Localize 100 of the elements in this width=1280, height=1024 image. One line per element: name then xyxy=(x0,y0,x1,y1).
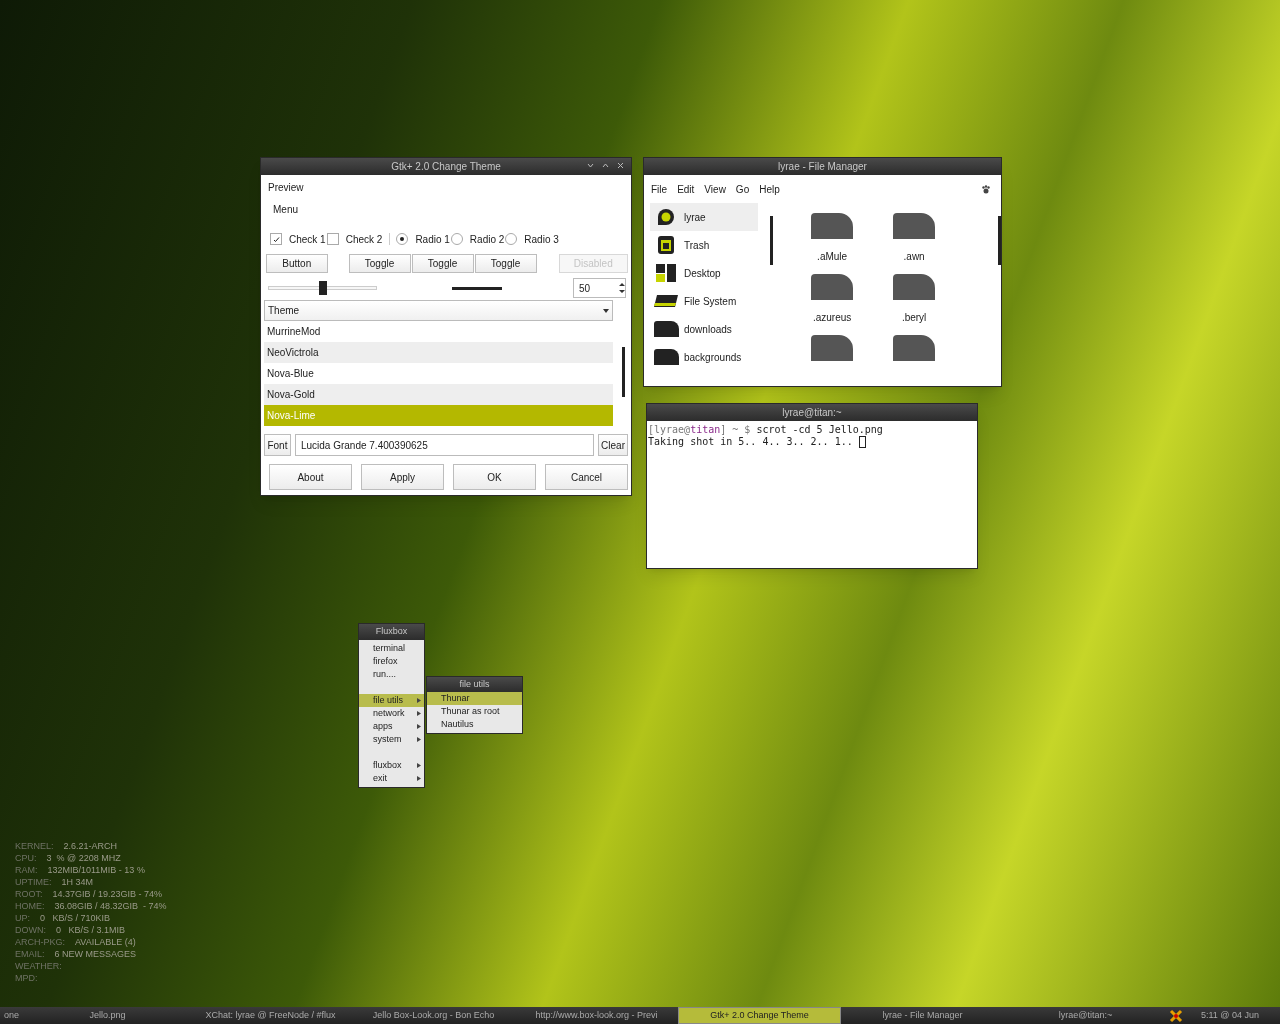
dialog-button[interactable]: About xyxy=(269,464,352,490)
maximize-icon[interactable] xyxy=(601,161,610,170)
task-button[interactable]: http://www.box-look.org - Previ xyxy=(515,1007,678,1024)
menu-item[interactable]: Menu xyxy=(273,202,628,217)
sidebar-label: File System xyxy=(684,294,737,309)
folder-icon xyxy=(653,349,679,365)
stat-label: UPTIME: xyxy=(15,876,52,888)
toggle-button[interactable]: Toggle xyxy=(474,254,537,273)
terminal-line: Taking shot in 5.. 4.. 3.. 2.. 1.. xyxy=(648,436,854,448)
stat-label: EMAIL: xyxy=(15,948,45,960)
menu-item[interactable]: Thunar as root xyxy=(427,705,522,718)
radio-button[interactable] xyxy=(505,233,518,245)
spin-arrows-icon[interactable] xyxy=(619,282,625,294)
menu-item[interactable]: firefox xyxy=(359,655,424,668)
scrollbar-thumb[interactable] xyxy=(998,216,1001,265)
stat-value: AVAILABLE (4) xyxy=(75,936,136,948)
workspace-label[interactable]: one xyxy=(0,1008,26,1023)
file-label: .aMule xyxy=(817,250,848,264)
menu-item[interactable]: Thunar xyxy=(427,692,522,705)
push-button[interactable]: Button xyxy=(266,254,328,273)
menu-item[interactable]: network xyxy=(359,707,424,720)
theme-combo[interactable]: Theme xyxy=(264,300,613,321)
task-button[interactable]: Gtk+ 2.0 Change Theme xyxy=(678,1007,841,1024)
menu-item[interactable]: Help xyxy=(759,181,780,197)
dropdown-arrow-icon xyxy=(603,308,609,313)
radio-button[interactable] xyxy=(396,233,409,245)
folder-icon[interactable] xyxy=(893,274,936,300)
trash-icon xyxy=(656,235,676,255)
menu-item[interactable]: View xyxy=(704,181,726,197)
menu-item[interactable]: terminal xyxy=(359,642,424,655)
font-field[interactable]: Lucida Grande 7.400390625 xyxy=(294,434,595,456)
task-button[interactable]: lyrae - File Manager xyxy=(841,1007,1004,1024)
sidebar-item[interactable]: File System xyxy=(650,287,759,315)
menu-item[interactable]: system xyxy=(359,733,424,746)
folder-icon[interactable] xyxy=(893,213,936,239)
window-title: lyrae@titan:~ xyxy=(782,406,842,420)
stat-label: ROOT: xyxy=(15,888,43,900)
stat-label: DOWN: xyxy=(15,924,46,936)
menu-item[interactable]: Nautilus xyxy=(427,718,522,731)
sidebar-label: downloads xyxy=(684,322,732,337)
slider-thumb[interactable] xyxy=(318,281,327,295)
spin-field[interactable]: 50 xyxy=(573,278,626,298)
folder-icon[interactable] xyxy=(811,335,854,361)
menu-item[interactable]: exit xyxy=(359,772,424,785)
menu-item[interactable]: Edit xyxy=(677,181,695,197)
sidebar-item[interactable]: Desktop xyxy=(650,259,759,287)
checkbox[interactable] xyxy=(326,233,339,245)
folder-icon[interactable] xyxy=(811,213,854,239)
toggle-button[interactable]: Toggle xyxy=(348,254,411,273)
close-icon[interactable] xyxy=(616,161,625,170)
task-button[interactable]: XChat: lyrae @ FreeNode / #flux xyxy=(189,1007,352,1024)
menu-item[interactable]: Go xyxy=(735,181,750,197)
toggle-button[interactable]: Toggle xyxy=(411,254,474,273)
paw-icon xyxy=(982,184,990,194)
theme-row[interactable]: NeoVictrola xyxy=(264,342,613,363)
tray-icon[interactable] xyxy=(1169,1008,1183,1023)
folder-icon[interactable] xyxy=(893,335,936,361)
sidebar-label: backgrounds xyxy=(684,350,742,365)
sidebar-item[interactable]: backgrounds xyxy=(650,343,759,371)
menu-item[interactable]: file utils xyxy=(359,694,424,707)
checkbox-label: Check 1 xyxy=(289,232,326,247)
menu-item[interactable]: apps xyxy=(359,720,424,733)
stat-value: 132MIB/1011MIB - 13 % xyxy=(47,864,145,876)
slider[interactable] xyxy=(268,281,377,295)
menu-item[interactable]: File xyxy=(651,181,668,197)
stat-value: 36.08GIB / 48.32GIB - 74% xyxy=(54,900,167,912)
folder-icon xyxy=(653,321,679,337)
theme-row[interactable]: Nova-Gold xyxy=(264,384,613,405)
sidebar-item[interactable]: Trash xyxy=(650,231,759,259)
dialog-button[interactable]: Cancel xyxy=(545,464,628,490)
radio-button[interactable] xyxy=(450,233,463,245)
menu-item[interactable]: fluxbox xyxy=(359,759,424,772)
radio-label: Radio 3 xyxy=(524,232,559,247)
dialog-button[interactable]: OK xyxy=(453,464,536,490)
clock: 5:11 @ 04 Jun xyxy=(1201,1008,1259,1022)
minimize-icon[interactable] xyxy=(586,161,595,170)
task-button[interactable]: Jello.png xyxy=(26,1007,189,1024)
radio-label: Radio 2 xyxy=(469,232,505,247)
scrollbar-thumb[interactable] xyxy=(770,216,774,265)
task-button[interactable]: lyrae@titan:~ xyxy=(1004,1007,1167,1024)
font-button[interactable]: Font xyxy=(264,434,291,456)
stat-value: 1H 34M xyxy=(61,876,94,888)
dialog-button[interactable]: Apply xyxy=(361,464,444,490)
checkbox[interactable] xyxy=(270,233,282,245)
preview-label: Preview xyxy=(268,181,305,195)
sidebar-label: Trash xyxy=(684,238,710,253)
sidebar-item[interactable]: lyrae xyxy=(650,203,759,231)
folder-icon[interactable] xyxy=(811,274,854,300)
clear-button[interactable]: Clear xyxy=(598,434,628,456)
drive-icon xyxy=(653,294,679,308)
separator-bar xyxy=(452,286,502,290)
file-label: .azureus xyxy=(812,311,852,325)
text-cursor xyxy=(858,436,866,448)
check-icon xyxy=(272,235,280,243)
scrollbar-thumb[interactable] xyxy=(622,347,625,397)
sidebar-item[interactable]: downloads xyxy=(650,315,759,343)
task-button[interactable]: Jello Box-Look.org - Bon Echo xyxy=(352,1007,515,1024)
menu-item[interactable]: run.... xyxy=(359,668,424,681)
menu-title: Fluxbox xyxy=(359,624,424,640)
stat-label: UP: xyxy=(15,912,30,924)
